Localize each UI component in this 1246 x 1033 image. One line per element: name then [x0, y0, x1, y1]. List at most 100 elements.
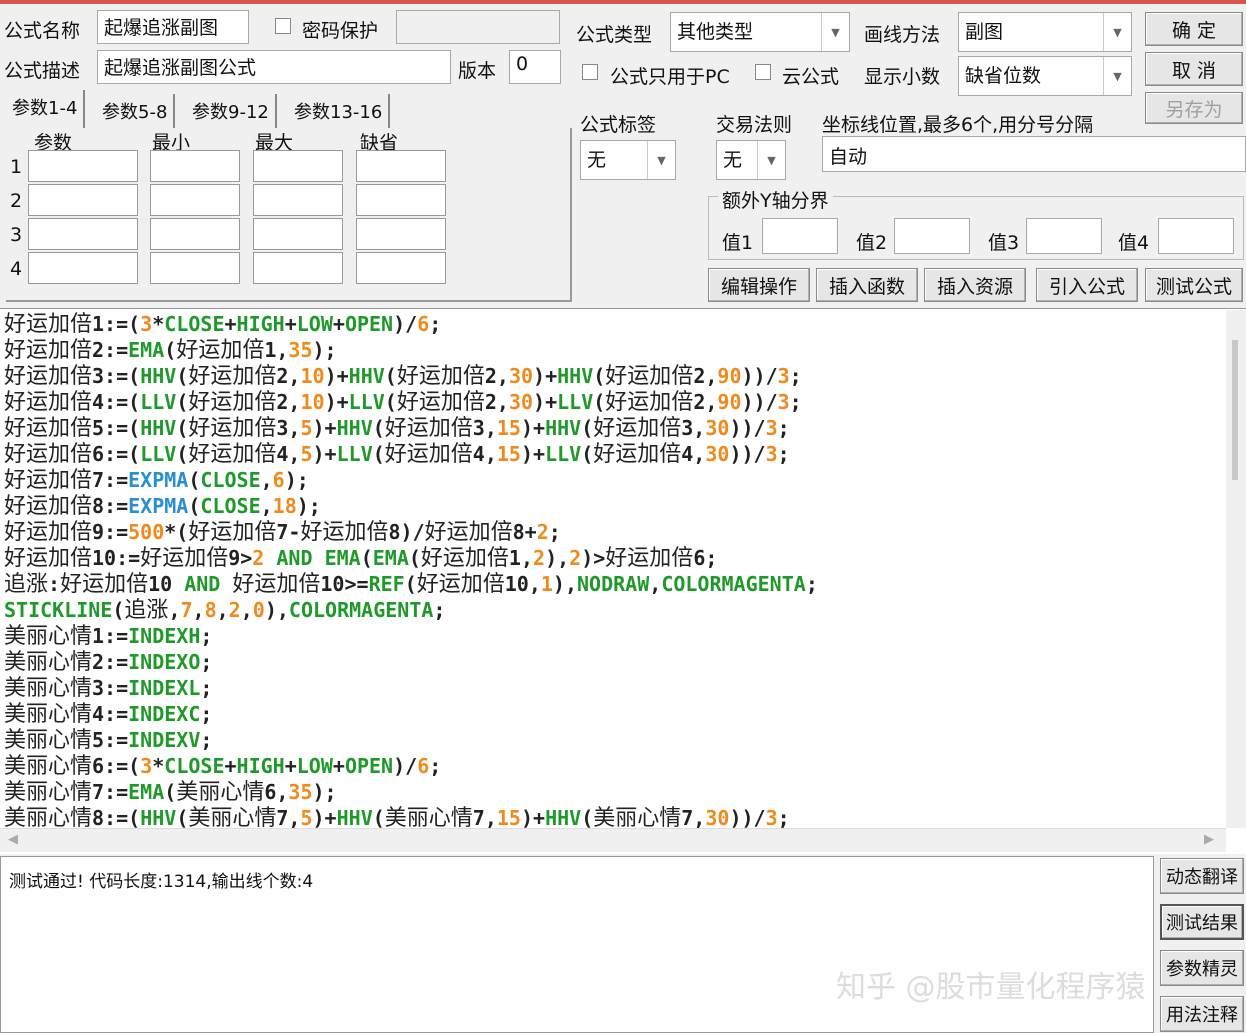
code-token: 6	[417, 312, 430, 336]
code-token: ),	[552, 572, 578, 596]
tab-params-5-8[interactable]: 参数5-8	[96, 94, 176, 128]
save-as-button[interactable]: 另存为	[1145, 92, 1243, 124]
dynamic-translate-button[interactable]: 动态翻译	[1160, 858, 1244, 894]
cancel-button[interactable]: 取 消	[1145, 52, 1243, 86]
param-input-name[interactable]	[28, 252, 138, 284]
code-token: (	[372, 442, 385, 466]
formula-type-select[interactable]: 其他类型 ▼	[670, 12, 850, 52]
test-result-button[interactable]: 测试结果	[1160, 904, 1244, 940]
code-token: ;	[429, 312, 442, 336]
param-input-min[interactable]	[150, 218, 240, 250]
code-token: COLORMAGENTA	[288, 598, 434, 622]
param-input-min[interactable]	[150, 150, 240, 182]
code-token: 3,	[472, 416, 497, 440]
param-input-min[interactable]	[150, 184, 240, 216]
formula-desc-input[interactable]: 起爆追涨副图公式	[97, 50, 451, 84]
tab-params-13-16[interactable]: 参数13-16	[288, 94, 391, 128]
code-token: (	[372, 806, 385, 830]
code-token: (	[372, 416, 385, 440]
code-token: *(	[164, 520, 189, 544]
decimal-select[interactable]: 缺省位数 ▼	[958, 56, 1132, 96]
param-input-max[interactable]	[253, 252, 343, 284]
code-token: 好运加倍	[420, 546, 509, 571]
param-input-default[interactable]	[356, 252, 446, 284]
code-token: ),	[264, 598, 289, 622]
value1-input[interactable]	[762, 218, 838, 254]
code-token: )>	[581, 546, 606, 570]
code-token: 4,	[276, 442, 301, 466]
value2-label: 值2	[856, 232, 888, 254]
code-token: 3	[140, 312, 153, 336]
code-token: ;	[200, 702, 213, 726]
code-token: 8)/	[388, 520, 425, 544]
param-input-default[interactable]	[356, 150, 446, 182]
value2-input[interactable]	[894, 218, 970, 254]
draw-method-select[interactable]: 副图 ▼	[958, 12, 1132, 52]
code-token: 2	[252, 546, 265, 570]
code-token: 美丽心情	[4, 754, 93, 779]
value4-input[interactable]	[1158, 218, 1234, 254]
edit-operation-button[interactable]: 编辑操作	[708, 268, 810, 302]
param-wizard-button[interactable]: 参数精灵	[1160, 950, 1244, 986]
code-editor[interactable]: 好运加倍1:=(3*CLOSE+HIGH+LOW+OPEN)/6; 好运加倍2:=…	[0, 308, 1246, 854]
code-token: 1:=(	[92, 312, 141, 336]
password-input[interactable]	[396, 10, 560, 44]
code-token: (	[176, 364, 189, 388]
param-input-name[interactable]	[28, 218, 138, 250]
code-line: 美丽心情4:=INDEXC;	[4, 701, 212, 727]
tab-params-9-12[interactable]: 参数9-12	[186, 94, 277, 128]
formula-type-label: 公式类型	[576, 24, 653, 46]
cloud-checkbox[interactable]	[755, 64, 771, 80]
value3-input[interactable]	[1026, 218, 1102, 254]
code-token: ,	[260, 494, 273, 518]
code-token: 10	[300, 390, 325, 414]
test-formula-button[interactable]: 测试公式	[1145, 268, 1243, 302]
horizontal-scrollbar[interactable]: ◀ ▶	[0, 828, 1226, 852]
param-input-default[interactable]	[356, 218, 446, 250]
code-token: )+	[324, 390, 349, 414]
usage-notes-button[interactable]: 用法注释	[1160, 996, 1244, 1032]
version-input[interactable]: 0	[509, 50, 561, 84]
code-token: LLV	[348, 390, 385, 414]
code-token: 3	[777, 364, 790, 388]
ok-button[interactable]: 确 定	[1145, 12, 1243, 46]
param-input-max[interactable]	[253, 184, 343, 216]
code-token: );	[312, 780, 337, 804]
param-input-name[interactable]	[28, 184, 138, 216]
code-token: NODRAW	[577, 572, 650, 596]
trade-rule-select[interactable]: 无 ▼	[716, 140, 786, 180]
import-formula-button[interactable]: 引入公式	[1036, 268, 1138, 302]
code-token: 30	[508, 390, 534, 414]
param-input-min[interactable]	[150, 252, 240, 284]
formula-desc-label: 公式描述	[4, 60, 81, 82]
formula-name-input[interactable]: 起爆追涨副图	[97, 10, 249, 44]
insert-resource-button[interactable]: 插入资源	[924, 268, 1026, 302]
pc-only-checkbox[interactable]	[582, 64, 598, 80]
param-input-max[interactable]	[253, 218, 343, 250]
param-input-default[interactable]	[356, 184, 446, 216]
code-token: ,	[240, 598, 253, 622]
tab-params-1-4[interactable]: 参数1-4	[6, 90, 86, 128]
insert-function-button[interactable]: 插入函数	[816, 268, 918, 302]
code-token: )+	[520, 416, 546, 440]
vertical-scrollbar-thumb[interactable]	[1232, 340, 1238, 480]
formula-tag-value: 无	[587, 149, 607, 171]
code-token: HHV	[336, 416, 373, 440]
arrow-right-icon[interactable]: ▶	[1204, 832, 1214, 847]
code-token: EXPMA	[128, 468, 189, 492]
code-token: +	[224, 754, 237, 778]
code-token: 美丽心情	[4, 728, 93, 753]
param-input-max[interactable]	[253, 150, 343, 182]
code-token: INDEXV	[128, 728, 201, 752]
code-token: 2:=	[92, 338, 129, 362]
code-token: 好运加倍	[140, 546, 229, 571]
param-input-name[interactable]	[28, 150, 138, 182]
status-output: 测试通过! 代码长度:1314,输出线个数:4	[0, 856, 1154, 1033]
password-checkbox[interactable]	[275, 18, 291, 34]
arrow-left-icon[interactable]: ◀	[8, 832, 18, 847]
axis-position-input[interactable]: 自动	[822, 136, 1246, 172]
trade-rule-value: 无	[723, 149, 743, 171]
code-token: )/	[393, 754, 418, 778]
formula-tag-select[interactable]: 无 ▼	[580, 140, 676, 180]
code-token: LLV	[557, 390, 594, 414]
